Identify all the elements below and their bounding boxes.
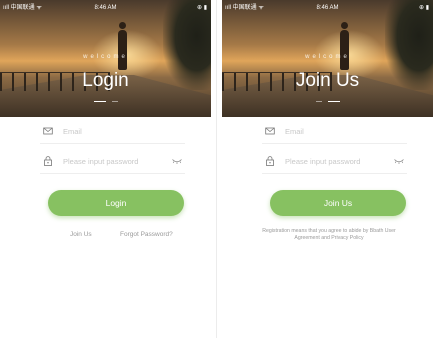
password-field[interactable]: Please input password bbox=[40, 151, 185, 174]
indicator-inactive bbox=[315, 101, 322, 102]
eye-icon[interactable] bbox=[394, 157, 404, 165]
indicator-active bbox=[93, 101, 106, 102]
email-input[interactable]: Email bbox=[63, 127, 82, 136]
hero-banner: ııll 中国联通 ᯤ 8:46 AM ⊕ ▮ welcome Join Us bbox=[222, 0, 433, 117]
welcome-text: welcome bbox=[305, 54, 350, 60]
status-bar: ııll 中国联通 ᯤ 8:46 AM ⊕ ▮ bbox=[222, 3, 433, 13]
eye-icon[interactable] bbox=[172, 157, 182, 165]
mail-icon bbox=[265, 127, 275, 135]
join-screen: ııll 中国联通 ᯤ 8:46 AM ⊕ ▮ welcome Join Us … bbox=[222, 0, 433, 338]
page-title: Login bbox=[82, 70, 129, 91]
screen-divider bbox=[216, 0, 217, 338]
lock-icon bbox=[44, 156, 52, 166]
page-indicator bbox=[0, 101, 211, 102]
forgot-password-link[interactable]: Forgot Password? bbox=[120, 231, 173, 238]
runner-figure bbox=[340, 22, 349, 70]
status-icons: ⊕ ▮ bbox=[419, 5, 429, 11]
status-bar: ııll 中国联通 ᯤ 8:46 AM ⊕ ▮ bbox=[0, 3, 211, 13]
policy-text: Registration means that you agree to abi… bbox=[262, 228, 396, 241]
join-us-link[interactable]: Join Us bbox=[70, 231, 92, 238]
indicator-inactive bbox=[111, 101, 118, 102]
join-us-button[interactable]: Join Us bbox=[270, 190, 406, 216]
page-indicator bbox=[222, 101, 433, 102]
status-icons: ⊕ ▮ bbox=[197, 5, 207, 11]
status-time: 8:46 AM bbox=[94, 5, 117, 11]
indicator-active bbox=[327, 101, 340, 102]
email-field[interactable]: Email bbox=[262, 121, 407, 144]
lock-icon bbox=[266, 156, 274, 166]
email-input[interactable]: Email bbox=[285, 127, 304, 136]
login-button[interactable]: Login bbox=[48, 190, 184, 216]
mail-icon bbox=[43, 127, 53, 135]
password-input[interactable]: Please input password bbox=[63, 157, 138, 166]
password-field[interactable]: Please input password bbox=[262, 151, 407, 174]
password-input[interactable]: Please input password bbox=[285, 157, 360, 166]
runner-figure bbox=[118, 22, 127, 70]
welcome-text: welcome bbox=[83, 54, 128, 60]
page-title: Join Us bbox=[295, 70, 360, 91]
email-field[interactable]: Email bbox=[40, 121, 185, 144]
hero-banner: ııll 中国联通 ᯤ 8:46 AM ⊕ ▮ welcome Login bbox=[0, 0, 211, 117]
login-screen: ııll 中国联通 ᯤ 8:46 AM ⊕ ▮ welcome Login Em… bbox=[0, 0, 211, 338]
status-time: 8:46 AM bbox=[316, 5, 339, 11]
